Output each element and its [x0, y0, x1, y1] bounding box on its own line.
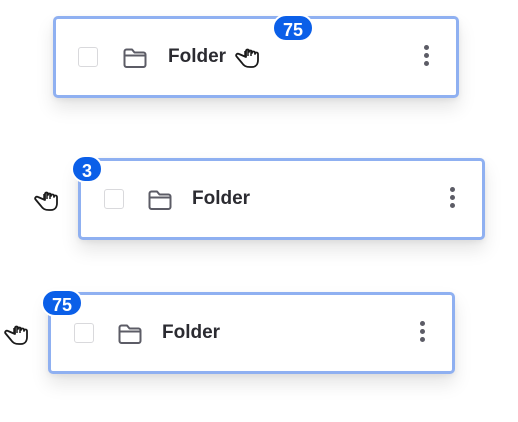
kebab-menu-icon[interactable] — [420, 45, 432, 73]
grab-hand-icon — [3, 320, 31, 346]
kebab-menu-icon[interactable] — [416, 321, 428, 349]
folder-label: Folder — [162, 322, 221, 343]
grab-hand-icon — [33, 186, 61, 212]
folder-icon — [147, 189, 173, 211]
draggable-folder-card[interactable]: Folder — [78, 158, 485, 240]
select-checkbox[interactable] — [78, 47, 98, 67]
item-count-badge: 75 — [272, 14, 315, 42]
item-count-badge: 3 — [71, 155, 104, 183]
select-checkbox[interactable] — [74, 323, 94, 343]
folder-label: Folder — [192, 188, 251, 209]
folder-label: Folder — [168, 46, 227, 67]
grab-hand-icon — [234, 43, 262, 69]
folder-icon — [122, 47, 148, 69]
folder-icon — [117, 323, 143, 345]
item-count-badge: 75 — [41, 289, 84, 317]
draggable-folder-card[interactable]: Folder — [53, 16, 459, 98]
kebab-menu-icon[interactable] — [446, 187, 458, 215]
select-checkbox[interactable] — [104, 189, 124, 209]
draggable-folder-card[interactable]: Folder — [48, 292, 455, 374]
